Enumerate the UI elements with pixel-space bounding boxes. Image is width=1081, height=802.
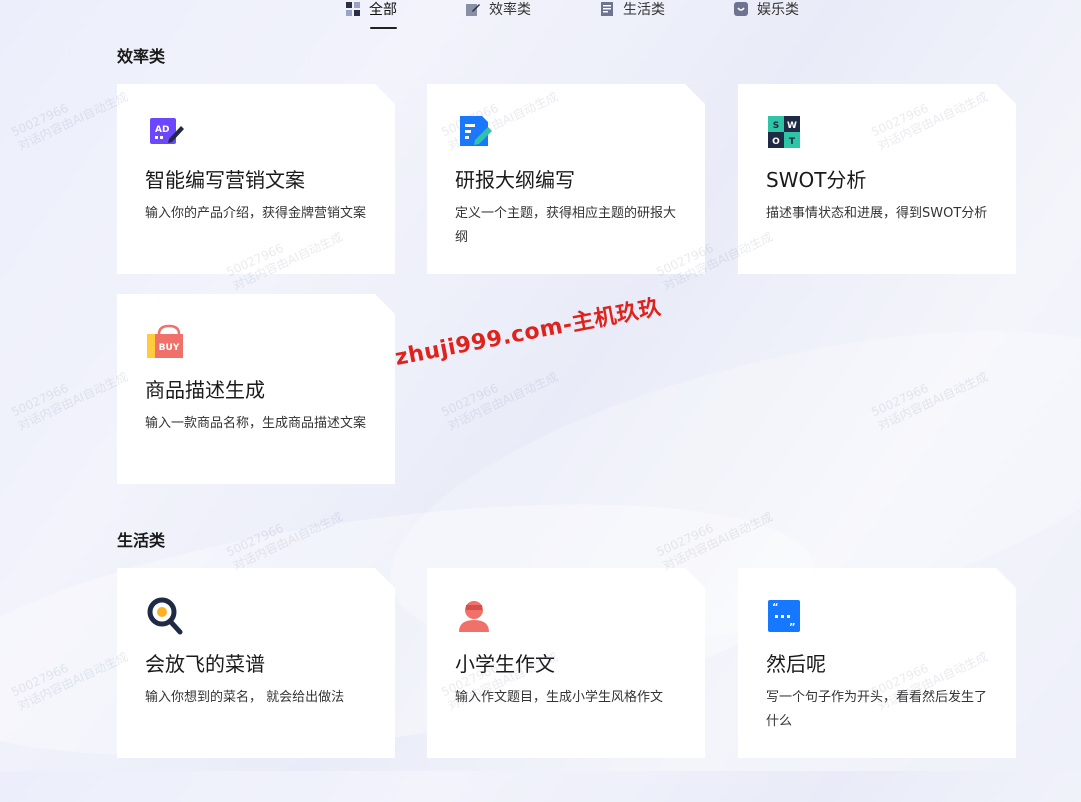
card-what-next[interactable]: “ ” 然后呢 写一个句子作为开头，看看然后发生了什么 [738, 568, 1016, 758]
tab-label: 娱乐类 [757, 2, 799, 18]
swot-letter: W [787, 121, 797, 131]
card-student-essay[interactable]: 小学生作文 输入作文题目，生成小学生风格作文 [427, 568, 705, 758]
search-magnifier-icon [145, 596, 185, 636]
smile-icon [734, 2, 748, 16]
card-description: 输入你的产品介绍，获得金牌营销文案 [145, 206, 367, 221]
card-description: 描述事情状态和进展，得到SWOT分析 [766, 206, 988, 221]
watermark: 50027966对话内容由AI自动生成 [439, 369, 561, 433]
watermark: 50027966对话内容由AI自动生成 [9, 369, 131, 433]
svg-text:AD: AD [155, 125, 169, 135]
card-title: 研报大纲编写 [455, 168, 575, 192]
card-title: 商品描述生成 [145, 378, 265, 402]
tab-label: 全部 [369, 2, 397, 18]
card-description: 输入一款商品名称，生成商品描述文案 [145, 416, 367, 431]
card-description: 输入作文题目，生成小学生风格作文 [455, 690, 664, 705]
card-description: 写一个句子作为开头，看看然后发生了什么 [766, 690, 988, 729]
card-recipe[interactable]: 会放飞的菜谱 输入你想到的菜名， 就会给出做法 [117, 568, 395, 758]
section-title-life: 生活类 [117, 531, 166, 550]
card-product-description[interactable]: BUY 商品描述生成 输入一款商品名称，生成商品描述文案 [117, 294, 395, 484]
card-title: SWOT分析 [766, 168, 867, 192]
card-swot[interactable]: S W O T SWOT分析 描述事情状态和进展，得到SWOT分析 [738, 84, 1016, 274]
tab-entertainment[interactable]: 娱乐类 [734, 0, 799, 30]
card-marketing-copy[interactable]: AD 智能编写营销文案 输入你的产品介绍，获得金牌营销文案 [117, 84, 395, 274]
student-avatar-icon [455, 596, 495, 636]
grid-icon [346, 2, 360, 16]
tab-label: 生活类 [623, 2, 665, 18]
swot-grid-icon: S W O T [766, 112, 806, 152]
swot-letter: O [772, 137, 780, 147]
watermark: 50027966对话内容由AI自动生成 [9, 89, 131, 153]
svg-text:“: “ [772, 602, 779, 613]
card-research-outline[interactable]: 研报大纲编写 定义一个主题，获得相应主题的研报大纲 [427, 84, 705, 274]
card-description: 定义一个主题，获得相应主题的研报大纲 [455, 206, 677, 245]
swot-letter: T [789, 137, 796, 147]
card-title: 会放飞的菜谱 [145, 652, 265, 676]
notes-icon [600, 2, 614, 16]
promo-watermark-text: zhuji999.com-主机玖玖 [393, 294, 664, 372]
card-title: 智能编写营销文案 [145, 168, 305, 192]
tab-label: 效率类 [489, 2, 531, 18]
ad-writing-icon: AD [145, 112, 185, 152]
category-tabs: 全部 效率类 生活类 娱乐类 [0, 0, 1081, 32]
svg-text:”: ” [789, 622, 796, 633]
card-description: 输入你想到的菜名， 就会给出做法 [145, 690, 345, 705]
edit-icon [466, 2, 480, 16]
quote-chat-icon: “ ” [766, 596, 806, 636]
document-outline-icon [455, 112, 495, 152]
section-title-efficiency: 效率类 [117, 47, 166, 66]
card-title: 然后呢 [766, 652, 826, 676]
buy-label: BUY [159, 343, 180, 353]
card-title: 小学生作文 [455, 652, 555, 676]
tab-life[interactable]: 生活类 [600, 0, 665, 30]
tab-all[interactable]: 全部 [346, 0, 397, 30]
tab-efficiency[interactable]: 效率类 [466, 0, 531, 30]
swot-letter: S [773, 121, 779, 131]
shopping-bag-icon: BUY [145, 322, 185, 362]
